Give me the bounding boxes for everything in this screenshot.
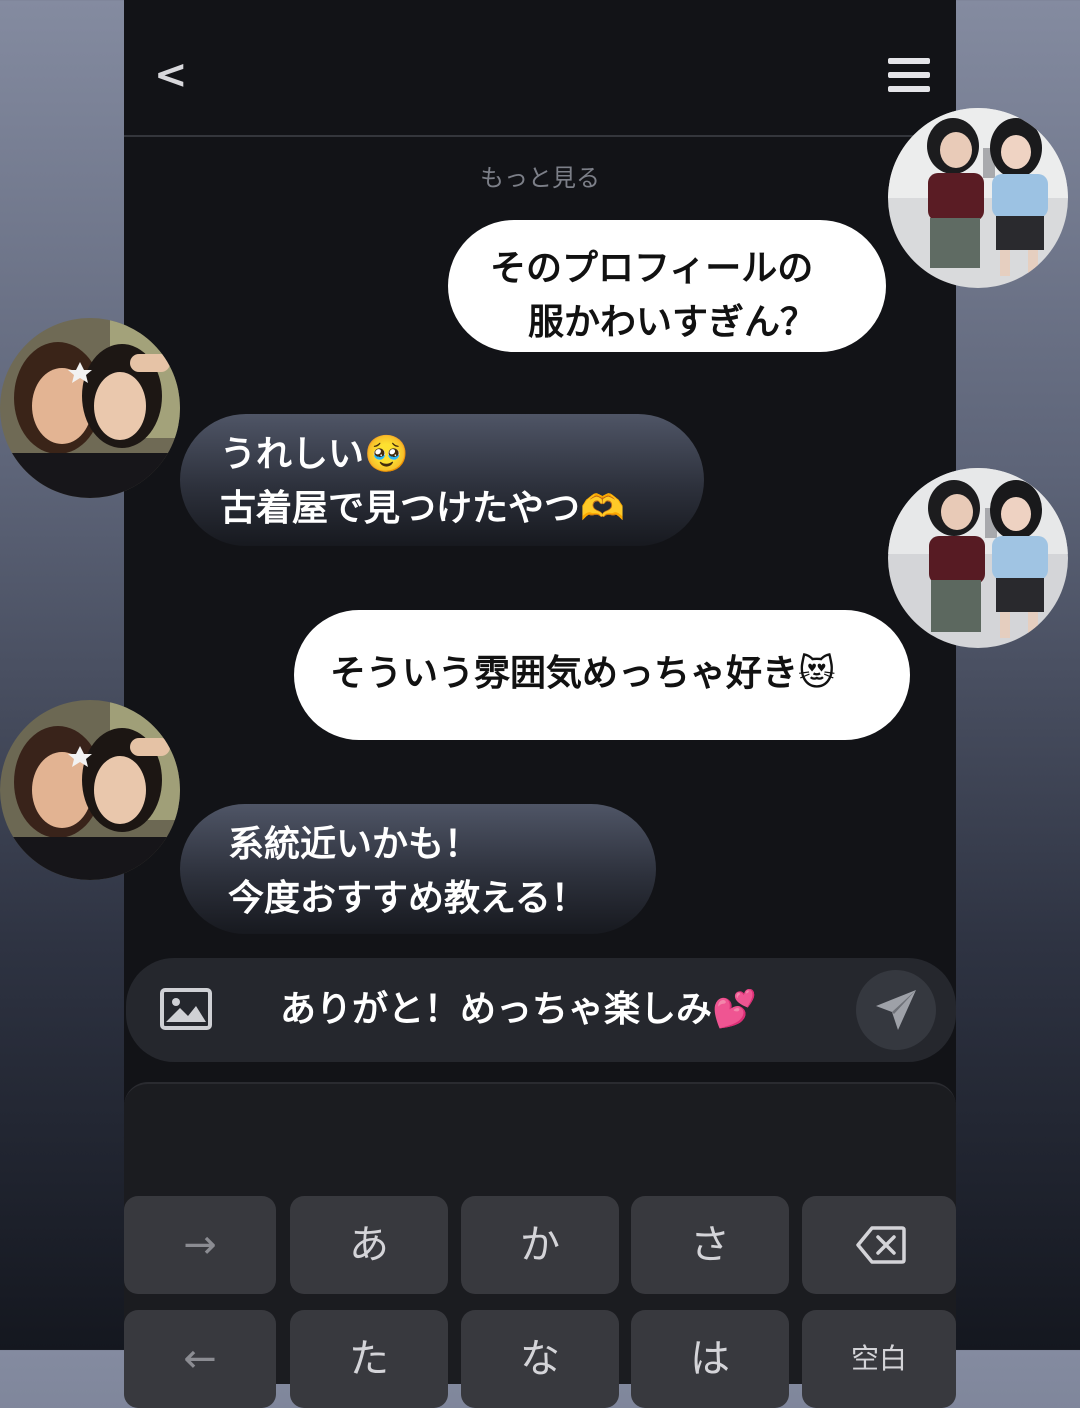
message-text: そのプロフィールの — [490, 248, 814, 289]
key-na[interactable]: な — [461, 1310, 619, 1408]
back-button[interactable]: < — [154, 52, 188, 98]
send-button[interactable] — [856, 970, 936, 1050]
message-text: 古着屋で見つけたやつ🫶 — [220, 488, 625, 529]
message-text: 服かわいすぎん？ — [528, 302, 817, 343]
message-bubble-incoming: うれしい🥹 古着屋で見つけたやつ🫶 — [180, 414, 704, 546]
message-text: うれしい🥹 — [220, 434, 409, 475]
message-bubble-outgoing: そのプロフィールの 服かわいすぎん？ — [448, 220, 886, 352]
key-arrow-right[interactable]: → — [124, 1196, 276, 1294]
backspace-key[interactable] — [802, 1196, 956, 1294]
key-ka[interactable]: か — [461, 1196, 619, 1294]
send-arrow-icon — [876, 990, 916, 1030]
avatar-self[interactable] — [888, 468, 1068, 648]
key-a[interactable]: あ — [290, 1196, 448, 1294]
key-ta[interactable]: た — [290, 1310, 448, 1408]
message-bubble-incoming: 系統近いかも！ 今度おすすめ教える！ — [180, 804, 656, 934]
keyboard: → あ か さ ← た な は 空白 — [124, 1082, 956, 1408]
key-sa[interactable]: さ — [631, 1196, 789, 1294]
avatar-self[interactable] — [888, 108, 1068, 288]
message-bubble-outgoing: そういう雰囲気めっちゃ好き😻 — [294, 610, 910, 740]
message-text: 今度おすすめ教える！ — [228, 878, 587, 919]
message-input[interactable]: ありがと！めっちゃ楽しみ💕 — [280, 986, 757, 1034]
message-text: 系統近いかも！ — [228, 824, 481, 865]
hamburger-menu-icon[interactable] — [888, 58, 930, 92]
image-icon[interactable] — [160, 988, 212, 1034]
key-ha[interactable]: は — [631, 1310, 789, 1408]
chat-header: < — [124, 0, 956, 137]
avatar-contact[interactable] — [0, 318, 180, 498]
avatar-contact[interactable] — [0, 700, 180, 880]
key-arrow-left[interactable]: ← — [124, 1310, 276, 1408]
backspace-icon — [856, 1226, 906, 1264]
message-input-bar: ありがと！めっちゃ楽しみ💕 — [126, 958, 956, 1062]
key-space[interactable]: 空白 — [802, 1310, 956, 1408]
load-more-link[interactable]: もっと見る — [124, 158, 956, 193]
message-text: そういう雰囲気めっちゃ好き😻 — [330, 653, 836, 694]
